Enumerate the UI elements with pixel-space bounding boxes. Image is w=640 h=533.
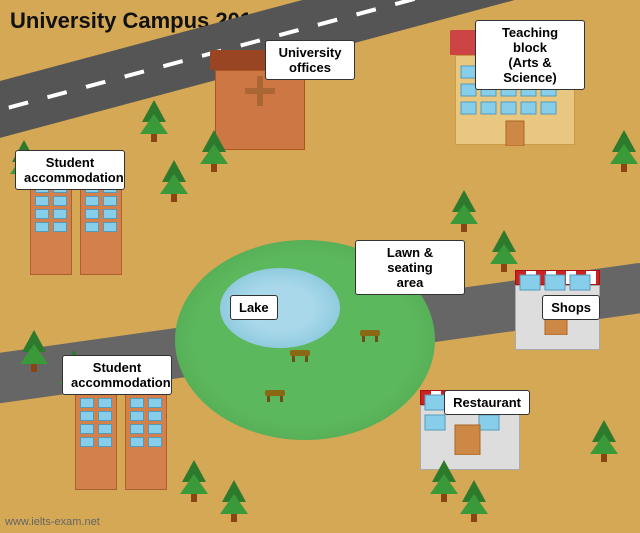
student-accommodation-bottom-label: Student accommodation: [62, 355, 172, 395]
university-offices-label: University offices: [265, 40, 355, 80]
tree-13: [460, 480, 488, 522]
tree-9: [180, 460, 208, 502]
tree-11: [590, 420, 618, 462]
tree-5: [610, 130, 638, 172]
teaching-block-label: Teaching block (Arts & Science): [475, 20, 585, 90]
tree-6: [450, 190, 478, 232]
tree-12: [430, 460, 458, 502]
bench-1: [290, 350, 310, 362]
shops-label: Shops: [542, 295, 600, 320]
tree-1: [140, 100, 168, 142]
offices-body: [215, 70, 305, 150]
watermark: www.ielts-exam.net: [5, 516, 100, 528]
tree-7: [20, 330, 48, 372]
lawn-seating-label: Lawn & seating area: [355, 240, 465, 295]
bench-3: [265, 390, 285, 402]
tree-10: [220, 480, 248, 522]
tree-2: [200, 130, 228, 172]
bench-2: [360, 330, 380, 342]
student-accommodation-top-label: Student accommodation: [15, 150, 125, 190]
tree-4: [160, 160, 188, 202]
restaurant-label: Restaurant: [444, 390, 530, 415]
tree-14: [490, 230, 518, 272]
lake-label: Lake: [230, 295, 278, 320]
